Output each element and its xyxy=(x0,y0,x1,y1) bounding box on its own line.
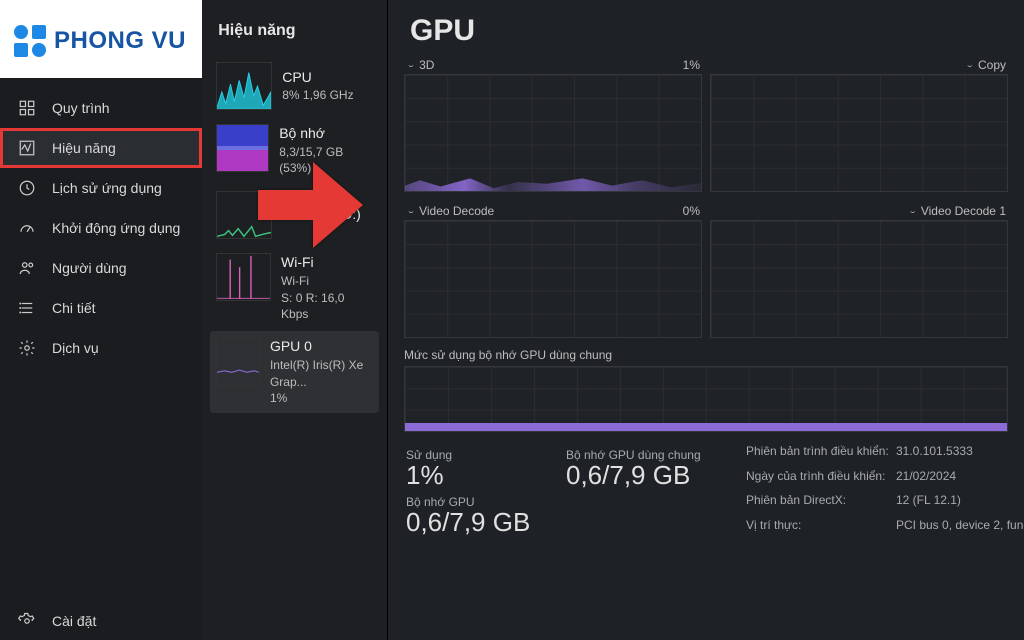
driver-date-value: 21/02/2024 xyxy=(896,469,1024,490)
usage-value: 1% xyxy=(406,460,556,491)
gpu-mem-value: 0,6/7,9 GB xyxy=(406,507,556,538)
gear-icon xyxy=(18,339,36,357)
left-nav: PHONG VU Quy trình Hiệu năng Lịch sử ứng… xyxy=(0,0,202,640)
chart-pct: 1% xyxy=(683,58,700,72)
chart-name[interactable]: ⌄3D xyxy=(406,58,434,72)
tile-gpu[interactable]: GPU 0 Intel(R) Iris(R) Xe Grap... 1% xyxy=(210,331,379,413)
directx-value: 12 (FL 12.1) xyxy=(896,493,1024,514)
performance-tiles: Hiệu năng CPU 8% 1,96 GHz Bộ nhớ xyxy=(202,0,387,640)
nav-item-processes[interactable]: Quy trình xyxy=(0,88,202,128)
tile-sub: 8% 1,96 GHz xyxy=(282,87,353,104)
location-value: PCI bus 0, device 2, function xyxy=(896,518,1024,539)
tile-title: Bộ nhớ xyxy=(279,124,373,144)
nav-item-performance[interactable]: Hiệu năng xyxy=(0,128,202,168)
directx-label: Phiên bản DirectX: xyxy=(746,493,896,514)
chart-copy xyxy=(710,74,1008,192)
activity-icon xyxy=(18,139,36,157)
shared-mem-label: Mức sử dụng bộ nhớ GPU dùng chung xyxy=(404,348,1008,362)
chart-3d xyxy=(404,74,702,192)
nav-label: Lịch sử ứng dụng xyxy=(52,180,162,196)
section-title: Hiệu năng xyxy=(202,0,387,52)
logo-icon xyxy=(14,25,46,57)
chart-pct: 0% xyxy=(683,204,700,218)
driver-date-label: Ngày của trình điều khiển: xyxy=(746,469,896,490)
gauge-icon xyxy=(18,219,36,237)
list-icon xyxy=(18,299,36,317)
tile-sub: Wi-Fi xyxy=(281,273,373,290)
nav-label: Khởi động ứng dụng xyxy=(52,220,180,236)
settings-icon xyxy=(18,612,36,630)
shared-mem-value: 0,6/7,9 GB xyxy=(566,460,736,491)
nav-item-users[interactable]: Người dùng xyxy=(0,248,202,288)
nav-label: Cài đặt xyxy=(52,613,96,629)
stats-grid: Sử dụng 1% Bộ nhớ GPU 0,6/7,9 GB Bộ nhớ … xyxy=(400,432,1012,538)
driver-version-label: Phiên bản trình điều khiển: xyxy=(746,444,896,465)
chart-name[interactable]: ⌄Copy xyxy=(965,58,1006,72)
main-panel: GPU ⌄3D 1% ⌄Copy ⌄Video Decode 0% xyxy=(387,0,1024,640)
tile-sub: Intel(R) Iris(R) Xe Grap... xyxy=(270,357,373,391)
chevron-down-icon: ⌄ xyxy=(965,61,975,69)
chevron-down-icon: ⌄ xyxy=(406,61,416,69)
cpu-thumb xyxy=(216,62,272,110)
page-title: GPU xyxy=(400,0,1012,54)
nav-label: Hiệu năng xyxy=(52,140,116,156)
chart-video-decode-1 xyxy=(710,220,1008,338)
tile-sub: 1% xyxy=(270,390,373,407)
logo: PHONG VU xyxy=(0,0,202,78)
nav-item-details[interactable]: Chi tiết xyxy=(0,288,202,328)
nav-item-settings[interactable]: Cài đặt xyxy=(0,602,202,640)
grid-icon xyxy=(18,99,36,117)
users-icon xyxy=(18,259,36,277)
location-label: Vị trí thực: xyxy=(746,518,896,539)
tile-sub: S: 0 R: 16,0 Kbps xyxy=(281,290,373,324)
nav-label: Người dùng xyxy=(52,260,127,276)
nav-label: Chi tiết xyxy=(52,300,96,316)
nav-label: Dịch vụ xyxy=(52,340,99,356)
tile-title: CPU xyxy=(282,68,353,88)
annotation-arrow xyxy=(258,150,368,265)
tile-title: GPU 0 xyxy=(270,337,373,357)
chart-video-decode xyxy=(404,220,702,338)
chevron-down-icon: ⌄ xyxy=(406,207,416,215)
logo-text: PHONG VU xyxy=(54,27,186,55)
nav-item-history[interactable]: Lịch sử ứng dụng xyxy=(0,168,202,208)
nav-label: Quy trình xyxy=(52,100,110,116)
shared-mem-chart xyxy=(404,366,1008,432)
tile-cpu[interactable]: CPU 8% 1,96 GHz xyxy=(210,56,379,116)
chart-name[interactable]: ⌄Video Decode 1 xyxy=(908,204,1006,218)
nav-item-startup[interactable]: Khởi động ứng dụng xyxy=(0,208,202,248)
chart-name[interactable]: ⌄Video Decode xyxy=(406,204,494,218)
nav-item-services[interactable]: Dịch vụ xyxy=(0,328,202,368)
driver-version-value: 31.0.101.5333 xyxy=(896,444,1024,465)
history-icon xyxy=(18,179,36,197)
gpu-thumb xyxy=(216,337,260,385)
chevron-down-icon: ⌄ xyxy=(908,207,918,215)
